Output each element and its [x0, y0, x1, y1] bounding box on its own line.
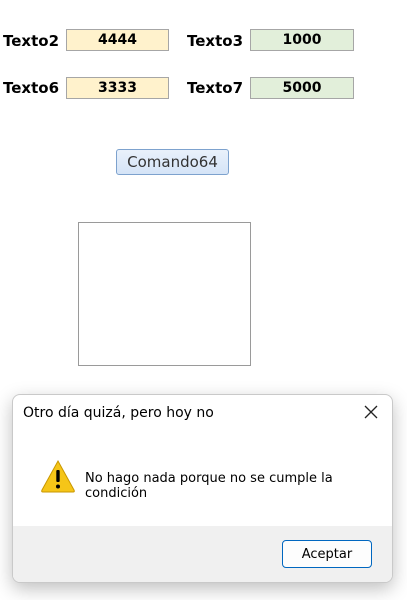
field-texto6[interactable]: 3333	[66, 77, 169, 99]
field-texto3[interactable]: 1000	[250, 29, 354, 51]
label-texto7: Texto7	[187, 79, 244, 97]
image-frame	[78, 222, 251, 366]
message-dialog: Otro día quizá, pero hoy no No hago nada…	[12, 394, 393, 583]
field-texto2[interactable]: 4444	[66, 29, 169, 51]
comando64-button[interactable]: Comando64	[116, 149, 229, 175]
field-texto7[interactable]: 5000	[250, 77, 354, 99]
close-icon[interactable]	[360, 401, 382, 423]
label-texto6: Texto6	[3, 79, 60, 97]
accept-button[interactable]: Aceptar	[282, 540, 372, 568]
label-texto2: Texto2	[3, 32, 60, 50]
warning-icon	[40, 459, 76, 493]
dialog-message: No hago nada porque no se cumple la cond…	[85, 471, 333, 501]
dialog-title: Otro día quizá, pero hoy no	[23, 405, 214, 421]
dialog-footer: Aceptar	[13, 526, 392, 582]
label-texto3: Texto3	[187, 32, 244, 50]
